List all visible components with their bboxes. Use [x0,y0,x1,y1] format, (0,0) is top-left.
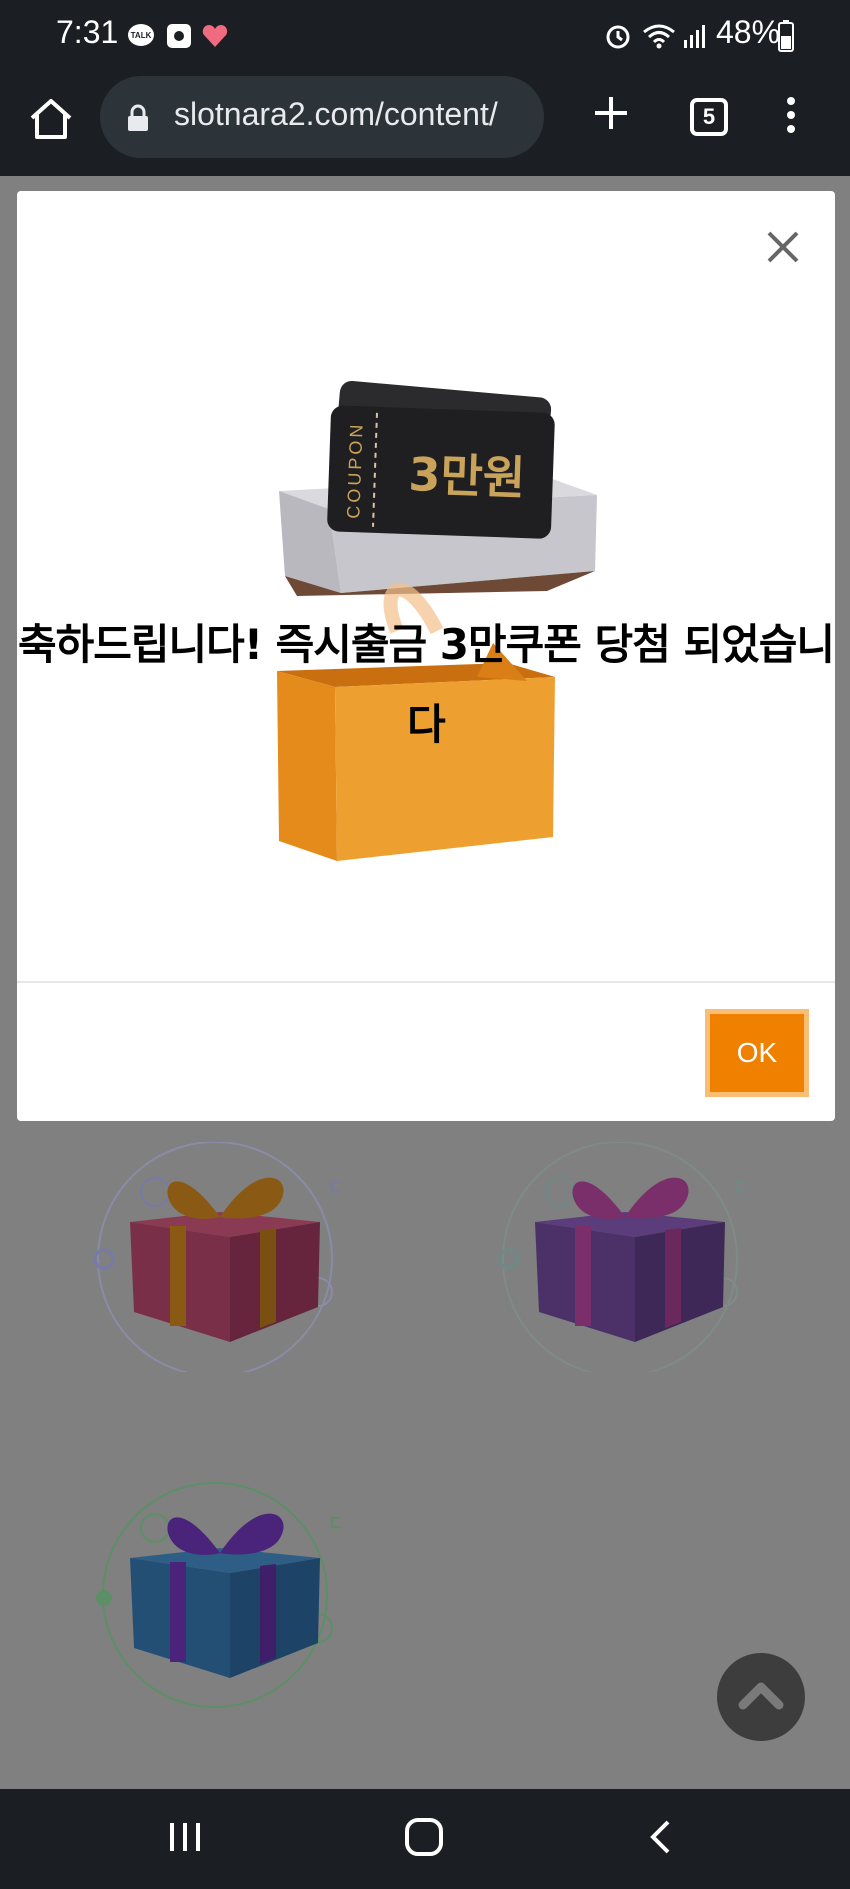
gift-box-purple[interactable] [495,1142,745,1372]
chevron-up-icon [738,1682,784,1710]
gift-box-blue[interactable] [90,1478,340,1708]
congratulations-message: 축하드립니다! 즉시출금 3만쿠폰 당첨 되었습니다 [17,620,835,749]
home-icon[interactable] [28,96,74,142]
svg-text:TALK: TALK [131,31,152,40]
home-nav-icon[interactable] [404,1817,444,1857]
gift-box-red[interactable] [90,1142,340,1372]
coupon-label: COUPON [343,421,366,519]
battery-percentage: 48% [716,14,781,50]
browser-toolbar: slotnara2.com/content/ 5 [0,72,850,176]
signal-icon [684,25,705,48]
coupon-amount: 3만원 [408,447,526,505]
address-bar[interactable]: slotnara2.com/content/ [100,76,544,158]
new-tab-plus-icon[interactable] [592,94,630,132]
square-app-icon [167,24,191,48]
alarm-icon [606,25,630,49]
lock-icon [128,104,148,131]
status-bar: 7:31 TALK 48% [0,0,850,72]
battery-icon [778,20,794,52]
scroll-to-top-button[interactable] [717,1653,805,1741]
modal-footer-divider [17,981,835,983]
more-menu-icon[interactable] [776,94,806,136]
close-icon[interactable] [763,227,803,267]
wifi-icon [643,24,675,49]
status-time: 7:31 [56,14,119,50]
coupon-win-modal: COUPON 3만원 축하드립니다! 즉시출금 3만쿠폰 당첨 되었습니다 OK [17,191,835,1121]
recent-apps-icon[interactable] [168,1819,202,1855]
url-text: slotnara2.com/content/ [174,96,498,132]
heart-icon [202,25,228,47]
tab-switcher-button[interactable]: 5 [690,98,728,136]
kakaotalk-icon: TALK [128,24,154,46]
coupon-ticket: COUPON 3만원 [327,405,555,539]
android-navigation-bar [0,1789,850,1889]
ok-button[interactable]: OK [705,1009,809,1097]
back-nav-icon[interactable] [648,1819,672,1855]
